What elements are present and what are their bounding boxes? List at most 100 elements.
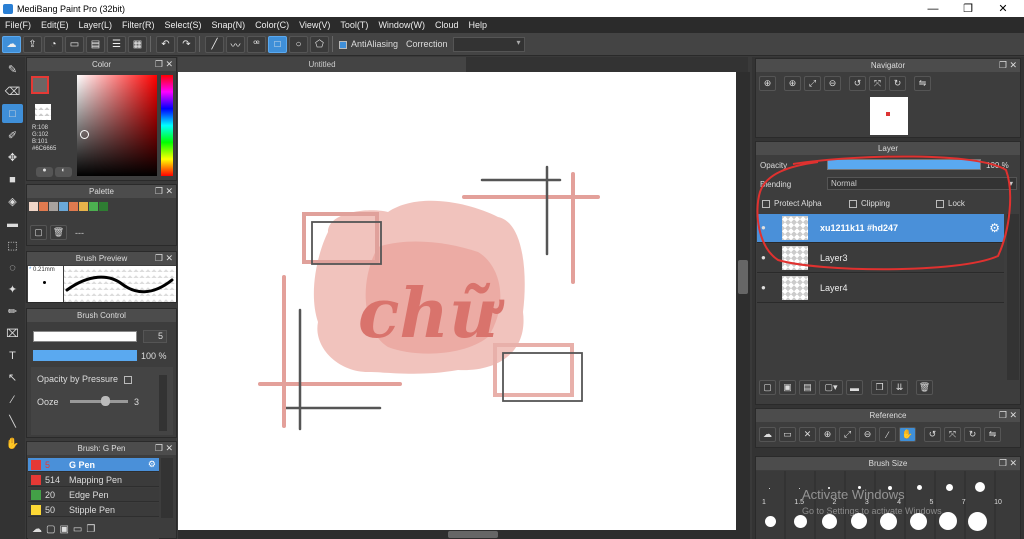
hue-slider[interactable] — [161, 75, 173, 176]
palette-swatch[interactable] — [49, 202, 58, 211]
canvas-horizontal-thumb[interactable] — [448, 531, 498, 538]
color-mode-button[interactable]: ● — [36, 167, 53, 177]
panel-controls-icon[interactable]: ❐ ✕ — [155, 253, 173, 264]
palette-swatch[interactable] — [39, 202, 48, 211]
brush-item-mapping-pen[interactable]: 514 Mapping Pen — [28, 473, 159, 487]
fit-window-icon[interactable]: ⤢ — [804, 76, 821, 91]
layer-row[interactable]: ● Layer4 — [757, 274, 1004, 303]
brush-cloud-icon[interactable]: ☁ — [32, 524, 42, 535]
reset-rotation-icon[interactable]: ⤧ — [869, 76, 886, 91]
correction-dropdown[interactable]: ▾ — [452, 36, 525, 52]
palette-swatch[interactable] — [79, 202, 88, 211]
saturation-value-picker[interactable] — [77, 75, 157, 176]
select-tool-icon[interactable]: ⬚ — [2, 236, 23, 255]
zoom-out-icon[interactable]: ⊖ — [824, 76, 841, 91]
reference-cloud-icon[interactable]: ☁ — [759, 427, 776, 442]
brush-size-slider[interactable] — [33, 331, 137, 342]
divide-tool-icon[interactable]: ╲ — [2, 412, 23, 431]
list-icon[interactable]: ☰ — [107, 35, 126, 53]
new-layer-dropdown-icon[interactable]: ▢▾ — [819, 380, 843, 395]
reference-rotate-left-icon[interactable]: ↺ — [924, 427, 941, 442]
zoom-in-icon[interactable]: ⊕ — [784, 76, 801, 91]
transparent-swatch[interactable] — [35, 104, 51, 120]
menu-help[interactable]: Help — [463, 20, 492, 30]
menu-window[interactable]: Window(W) — [373, 20, 430, 30]
dot-tool-icon[interactable]: ✐ — [2, 126, 23, 145]
reference-reset-icon[interactable]: ⤧ — [944, 427, 961, 442]
brush-size-dot[interactable] — [975, 482, 985, 492]
polyline-icon[interactable]: 〰 — [226, 35, 245, 53]
maximize-button[interactable]: ❐ — [951, 0, 985, 17]
curve-icon[interactable]: ꟹ — [247, 35, 266, 53]
bucket-tool-icon[interactable]: ◈ — [2, 192, 23, 211]
brush-size-dot[interactable] — [946, 484, 953, 491]
select-pen-icon[interactable]: ✏ — [2, 302, 23, 321]
canvas-vertical-scrollbar[interactable] — [736, 72, 750, 530]
menu-cloud[interactable]: Cloud — [430, 20, 464, 30]
reference-rotate-right-icon[interactable]: ↻ — [964, 427, 981, 442]
undo-icon[interactable]: ↶ — [156, 35, 175, 53]
cloud-icon[interactable]: ☁ — [2, 35, 21, 53]
gear-icon[interactable]: ⚙ — [148, 459, 156, 470]
grid-icon[interactable]: ▦ — [128, 35, 147, 53]
brush-size-value[interactable]: 5 — [143, 330, 167, 343]
brush-size-dot[interactable] — [765, 516, 776, 527]
brush-size-dot[interactable] — [822, 514, 837, 529]
menu-color[interactable]: Color(C) — [250, 20, 294, 30]
merge-layer-icon[interactable]: ⇊ — [891, 380, 908, 395]
panel-controls-icon[interactable]: ❐ ✕ — [999, 410, 1017, 421]
palette-delete-icon[interactable]: 🗑 — [50, 225, 67, 240]
visibility-icon[interactable]: ● — [761, 283, 771, 293]
new-layer-1bit-icon[interactable]: ▤ — [799, 380, 816, 395]
canvas[interactable]: chữ — [178, 72, 736, 530]
brush-item-stipple-pen[interactable]: 50 Stipple Pen — [28, 503, 159, 517]
brush-size-dot[interactable] — [794, 515, 807, 528]
comment-icon[interactable]: ▭ — [65, 35, 84, 53]
new-layer-icon[interactable]: ▢ — [759, 380, 776, 395]
brush-item-edge-pen[interactable]: 20 Edge Pen — [28, 488, 159, 502]
shape-tool-icon[interactable]: □ — [2, 104, 23, 123]
reference-zoom-out-icon[interactable]: ⊖ — [859, 427, 876, 442]
select-eraser-icon[interactable]: ⌧ — [2, 324, 23, 343]
reference-close-icon[interactable]: ✕ — [799, 427, 816, 442]
reference-fit-icon[interactable]: ⤢ — [839, 427, 856, 442]
delete-layer-icon[interactable]: 🗑 — [916, 380, 933, 395]
brush-control-scrollbar[interactable] — [159, 375, 167, 431]
fill-rect-tool-icon[interactable]: ■ — [2, 170, 23, 189]
ooze-slider-handle[interactable] — [101, 396, 110, 406]
menu-file[interactable]: File(F) — [0, 20, 36, 30]
palette-swatch[interactable] — [89, 202, 98, 211]
polygon-icon[interactable]: ⬠ — [310, 35, 329, 53]
antialiasing-checkbox[interactable]: AntiAliasing — [339, 39, 398, 49]
brush-folder-icon[interactable]: ▭ — [73, 524, 82, 535]
line-icon[interactable]: ╱ — [205, 35, 224, 53]
panel-controls-icon[interactable]: ❐ ✕ — [155, 186, 173, 197]
opacity-by-pressure-checkbox[interactable] — [124, 375, 133, 384]
page-icon[interactable]: ▤ — [86, 35, 105, 53]
palette-swatch[interactable] — [99, 202, 108, 211]
magic-wand-tool-icon[interactable]: ✦ — [2, 280, 23, 299]
hand-tool-icon[interactable]: ✋ — [2, 434, 23, 453]
navigator-thumbnail[interactable] — [870, 97, 908, 135]
menu-view[interactable]: View(V) — [294, 20, 335, 30]
panel-controls-icon[interactable]: ❐ ✕ — [155, 443, 173, 454]
reference-flip-icon[interactable]: ⇋ — [984, 427, 1001, 442]
panel-controls-icon[interactable]: ❐ ✕ — [999, 60, 1017, 71]
brush-item-g-pen[interactable]: 5 G Pen ⚙ — [28, 458, 159, 472]
chat-icon[interactable]: ◔ — [44, 35, 63, 53]
brush-opacity-slider[interactable] — [33, 350, 137, 361]
canvas-horizontal-scrollbar[interactable] — [178, 530, 750, 539]
move-tool-icon[interactable]: ✥ — [2, 148, 23, 167]
eraser-tool-icon[interactable]: ⌫ — [2, 82, 23, 101]
rotate-right-icon[interactable]: ↻ — [889, 76, 906, 91]
reference-open-icon[interactable]: ▭ — [779, 427, 796, 442]
gradient-tool-icon[interactable]: ▬ — [2, 214, 23, 233]
color-picker-cursor[interactable] — [80, 130, 89, 139]
document-tab[interactable]: Untitled — [178, 57, 466, 72]
upload-icon[interactable]: ⇪ — [23, 35, 42, 53]
foreground-color-swatch[interactable] — [31, 76, 49, 94]
minimize-button[interactable]: — — [916, 0, 950, 17]
menu-tool[interactable]: Tool(T) — [335, 20, 373, 30]
palette-swatch[interactable] — [59, 202, 68, 211]
menu-layer[interactable]: Layer(L) — [74, 20, 118, 30]
